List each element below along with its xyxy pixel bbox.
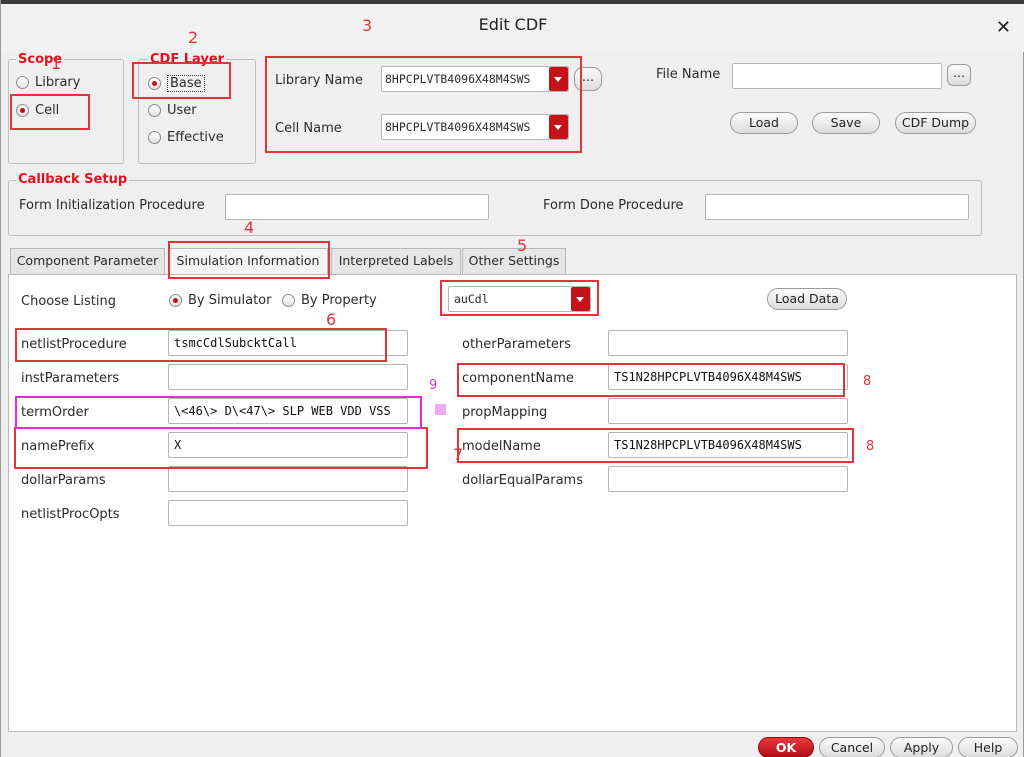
radio-icon xyxy=(16,76,29,89)
edit-cdf-dialog: Edit CDF ✕ Scope Library Cell CDF Layer … xyxy=(0,0,1024,757)
param-label-dollarparams: dollarParams xyxy=(21,473,106,488)
annotation-box-9 xyxy=(15,396,422,429)
form-done-input[interactable] xyxy=(705,194,969,220)
layer-effective-radio[interactable]: Effective xyxy=(148,130,224,145)
scope-library-label: Library xyxy=(35,75,81,90)
load-button[interactable]: Load xyxy=(730,112,798,134)
annotation-box-2 xyxy=(132,62,231,99)
param-label-otherparameters: otherParameters xyxy=(462,337,572,352)
annotation-box-4 xyxy=(168,241,330,279)
callback-label: Callback Setup xyxy=(16,172,130,187)
param-label-dollarequalparams: dollarEqualParams xyxy=(462,473,583,488)
tab-interpreted-labels[interactable]: Interpreted Labels xyxy=(331,248,461,274)
param-input-netlistprocopts[interactable] xyxy=(168,500,408,526)
annotation-box-8b xyxy=(457,428,854,463)
layer-user-radio[interactable]: User xyxy=(148,103,197,118)
save-button[interactable]: Save xyxy=(812,112,880,134)
annotation-number-6: 6 xyxy=(326,310,337,329)
tab-other-settings[interactable]: Other Settings xyxy=(462,248,566,274)
param-label-netlistprocopts: netlistProcOpts xyxy=(21,507,120,522)
param-input-propmapping[interactable] xyxy=(608,398,848,424)
annotation-number-4: 4 xyxy=(244,218,255,237)
file-name-label: File Name xyxy=(656,67,721,82)
load-data-button[interactable]: Load Data xyxy=(767,288,847,310)
annotation-box-1 xyxy=(10,94,90,130)
layer-user-label: User xyxy=(167,103,197,118)
form-done-label: Form Done Procedure xyxy=(543,198,684,213)
by-property-radio[interactable]: By Property xyxy=(282,293,377,308)
close-icon[interactable]: ✕ xyxy=(996,17,1011,38)
radio-icon xyxy=(148,131,161,144)
ok-button[interactable]: OK xyxy=(758,737,814,757)
param-label-instparameters: instParameters xyxy=(21,371,120,386)
annotation-box-8a xyxy=(457,363,845,397)
tab-component-parameter[interactable]: Component Parameter xyxy=(10,248,165,274)
scope-library-radio[interactable]: Library xyxy=(16,75,80,90)
annotation-number-9: 9 xyxy=(429,378,438,393)
param-input-dollarequalparams[interactable] xyxy=(608,466,848,492)
param-label-propmapping: propMapping xyxy=(462,405,548,420)
annotation-number-3: 3 xyxy=(362,16,373,35)
annotation-number-7: 7 xyxy=(453,445,464,464)
param-input-dollarparams[interactable] xyxy=(168,466,408,492)
radio-icon xyxy=(282,294,295,307)
annotation-box-3 xyxy=(265,56,582,153)
annotation-number-8a: 8 xyxy=(863,374,872,389)
choose-listing-label: Choose Listing xyxy=(21,294,116,309)
help-button[interactable]: Help xyxy=(958,737,1018,757)
param-input-otherparameters[interactable] xyxy=(608,330,848,356)
annotation-number-2: 2 xyxy=(188,28,199,47)
file-name-input[interactable] xyxy=(732,63,942,89)
annotation-number-8b: 8 xyxy=(866,439,875,454)
cdf-dump-button[interactable]: CDF Dump xyxy=(895,112,976,134)
param-input-instparameters[interactable] xyxy=(168,364,408,390)
annotation-box-7 xyxy=(14,427,428,469)
form-init-input[interactable] xyxy=(225,194,489,220)
radio-icon xyxy=(148,104,161,117)
by-property-label: By Property xyxy=(301,293,377,308)
annotation-number-1: 1 xyxy=(51,54,62,73)
by-simulator-label: By Simulator xyxy=(188,293,272,308)
layer-effective-label: Effective xyxy=(167,130,224,145)
radio-selected-icon xyxy=(169,294,182,307)
annotation-box-6 xyxy=(15,328,387,362)
by-simulator-radio[interactable]: By Simulator xyxy=(169,293,271,308)
annotation-box-5 xyxy=(440,280,599,316)
cancel-button[interactable]: Cancel xyxy=(819,737,885,757)
title-bar: Edit CDF ✕ xyxy=(1,0,1024,52)
annotation-marker-9 xyxy=(435,404,446,415)
dialog-title: Edit CDF xyxy=(478,15,548,34)
form-init-label: Form Initialization Procedure xyxy=(19,198,205,213)
apply-button[interactable]: Apply xyxy=(890,737,953,757)
annotation-number-5: 5 xyxy=(517,236,528,255)
file-browse-button[interactable]: ... xyxy=(947,64,971,86)
